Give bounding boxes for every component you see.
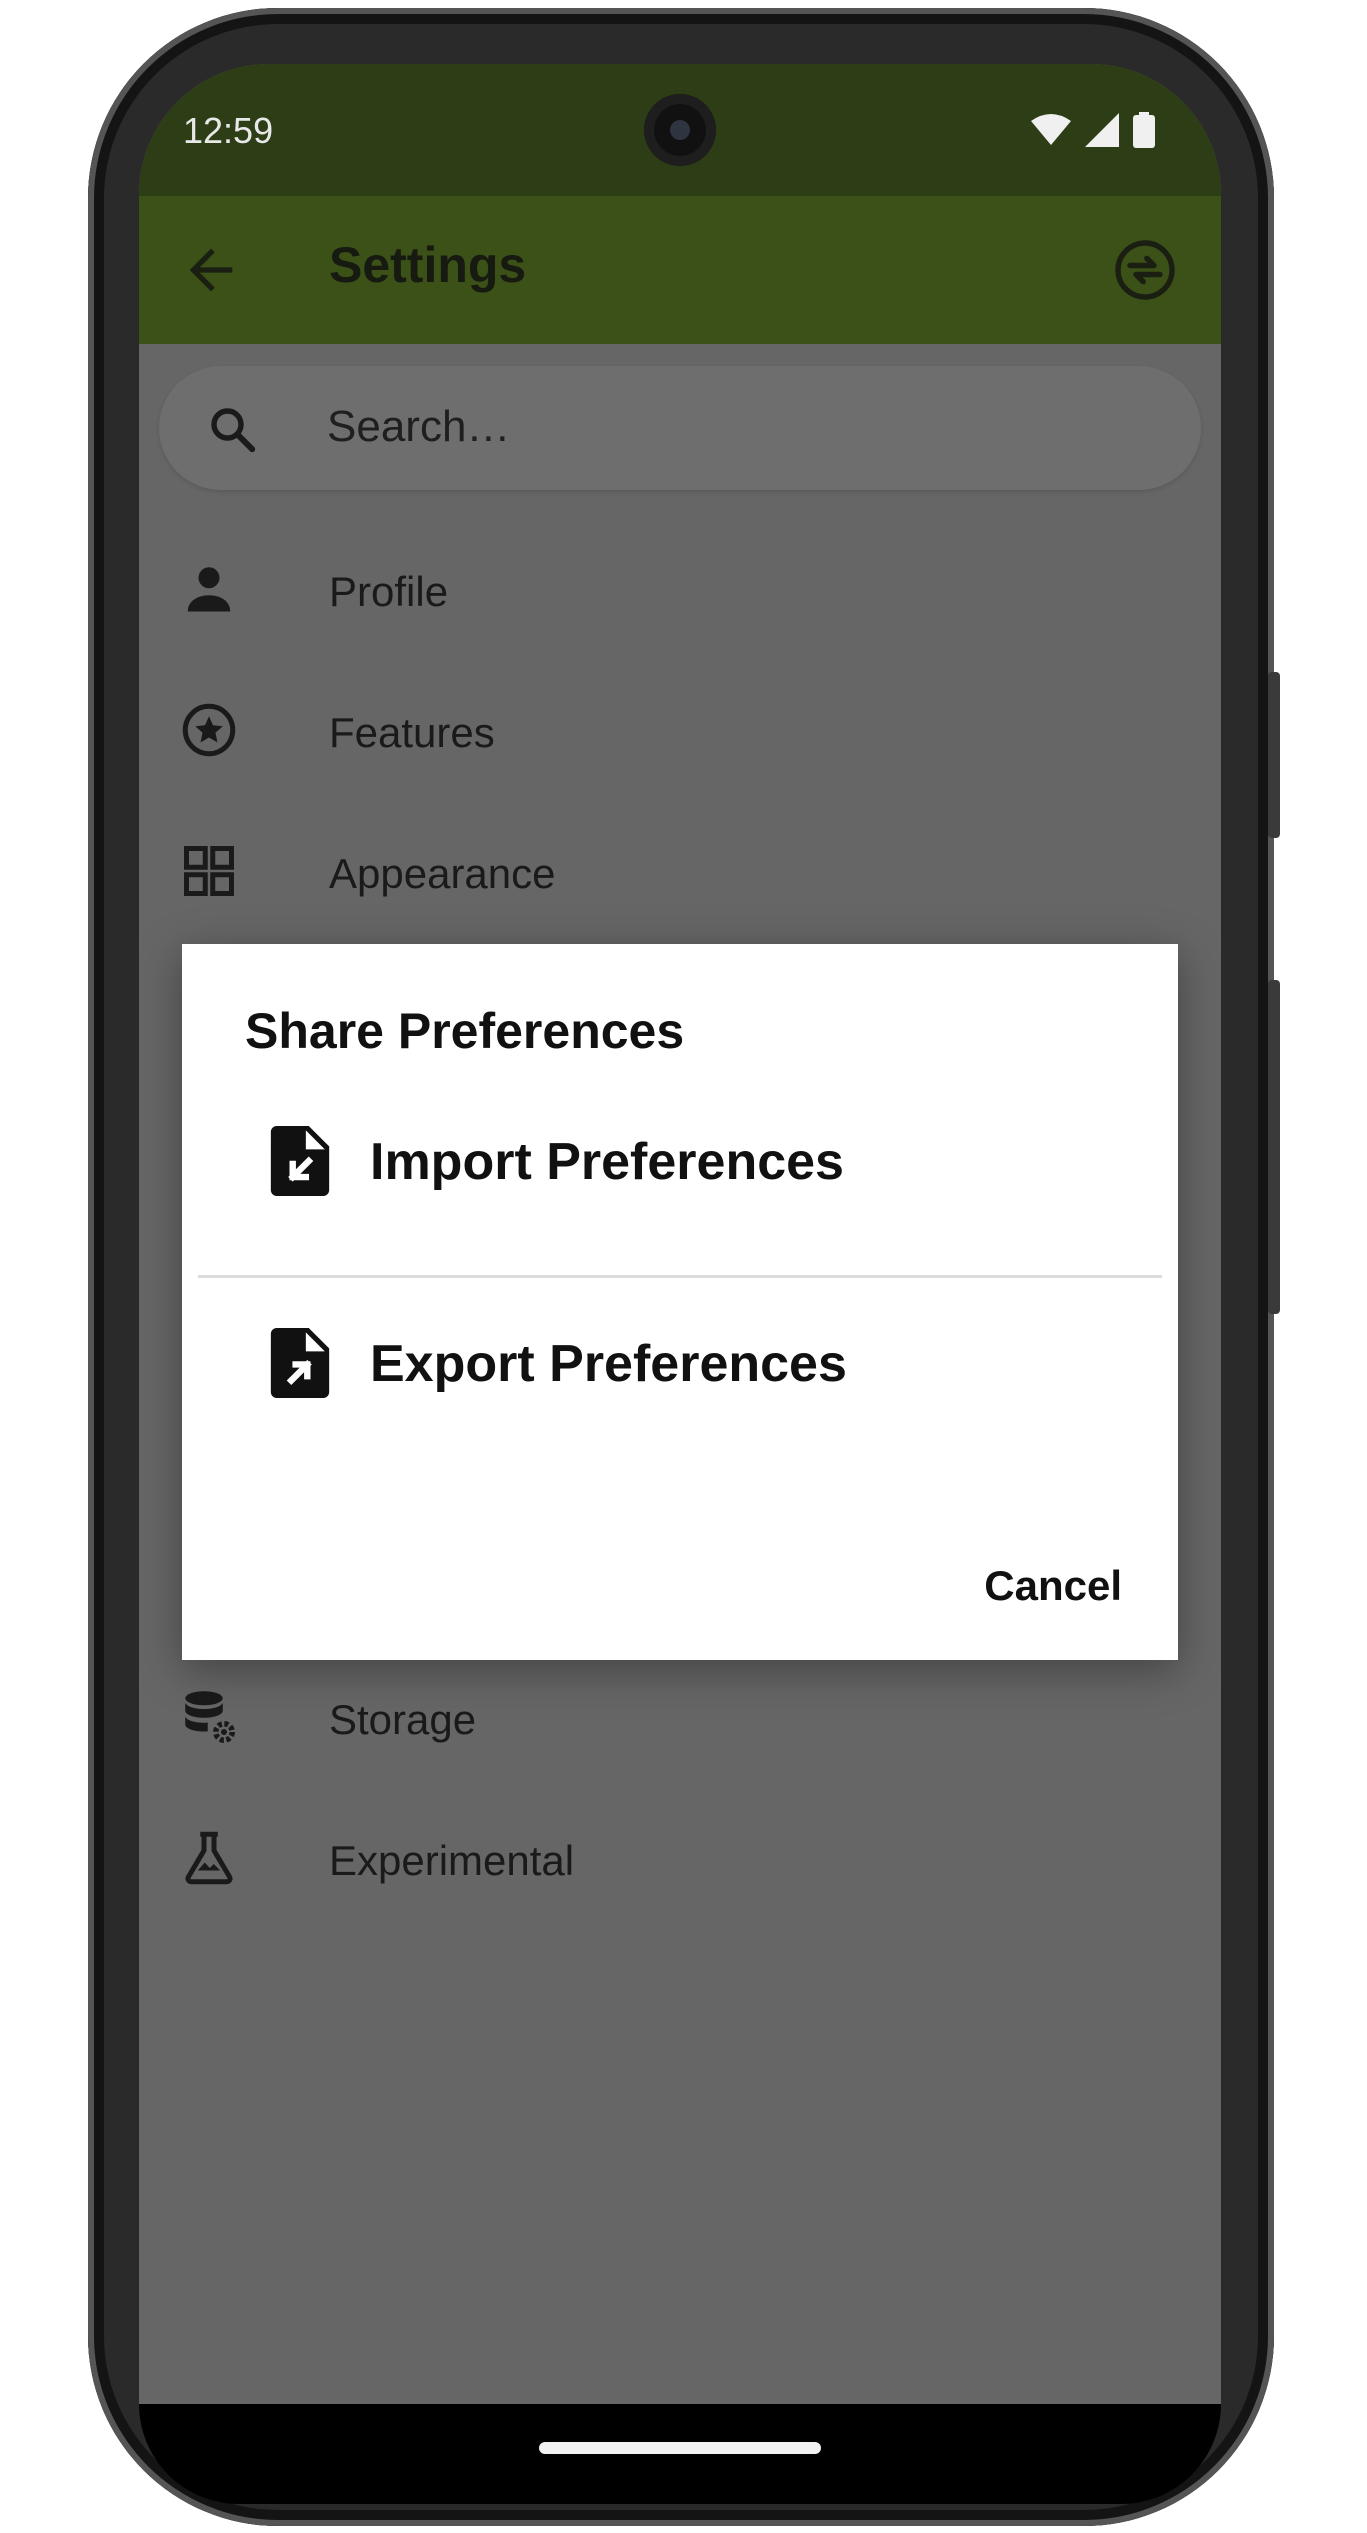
menu-item-label: Profile [329, 568, 449, 615]
search-bar[interactable] [159, 366, 1201, 490]
share-preferences-button[interactable] [1109, 234, 1181, 306]
status-bar: 12:59 [139, 64, 1221, 196]
menu-item-experimental[interactable]: Experimental [139, 1793, 1221, 1923]
person-icon [187, 567, 231, 612]
search-input[interactable] [325, 396, 1129, 458]
menu-item-storage[interactable]: Storage [139, 1652, 1221, 1782]
cancel-button[interactable]: Cancel [984, 1562, 1122, 1610]
database-gear-icon [185, 1691, 235, 1743]
menu-item-label: Appearance [329, 850, 556, 897]
volume-button [1268, 980, 1280, 1314]
dialog-divider [198, 1275, 1162, 1278]
dialog-title: Share Preferences [245, 1003, 685, 1059]
menu-item-appearance[interactable]: Appearance [139, 806, 1221, 936]
export-preferences-option[interactable]: Export Preferences [182, 1296, 1178, 1426]
status-icons [1031, 112, 1155, 153]
battery-icon [1133, 112, 1155, 153]
camera-cutout [644, 94, 716, 166]
home-gesture-handle[interactable] [539, 2442, 821, 2454]
signal-icon [1085, 113, 1119, 152]
menu-item-features[interactable]: Features [139, 665, 1221, 795]
search-icon [211, 408, 256, 453]
flask-icon [185, 1831, 233, 1885]
arrow-back-icon [189, 248, 233, 292]
navigation-bar [139, 2404, 1221, 2504]
import-preferences-label: Import Preferences [370, 1133, 844, 1191]
back-button[interactable] [179, 238, 243, 302]
share-preferences-dialog: Share Preferences Import Preferences Exp… [182, 944, 1178, 1660]
menu-item-label: Storage [329, 1696, 477, 1743]
file-import-icon [270, 1126, 330, 1196]
export-preferences-label: Export Preferences [370, 1335, 847, 1393]
page-title: Settings [329, 237, 527, 293]
menu-item-label: Experimental [329, 1837, 575, 1884]
screen: 12:59 Settings Search… Profile Features … [139, 64, 1221, 2404]
power-button [1268, 672, 1280, 838]
import-preferences-option[interactable]: Import Preferences [182, 1094, 1178, 1224]
menu-item-profile[interactable]: Profile [139, 524, 1221, 654]
share-preferences-icon [1115, 240, 1175, 300]
app-bar: Settings [139, 196, 1221, 344]
menu-item-label: Features [329, 709, 495, 756]
file-export-icon [270, 1328, 330, 1398]
status-time: 12:59 [183, 110, 274, 151]
star-circle-icon [182, 703, 236, 757]
wifi-icon [1031, 113, 1071, 152]
grid-icon [184, 846, 234, 896]
